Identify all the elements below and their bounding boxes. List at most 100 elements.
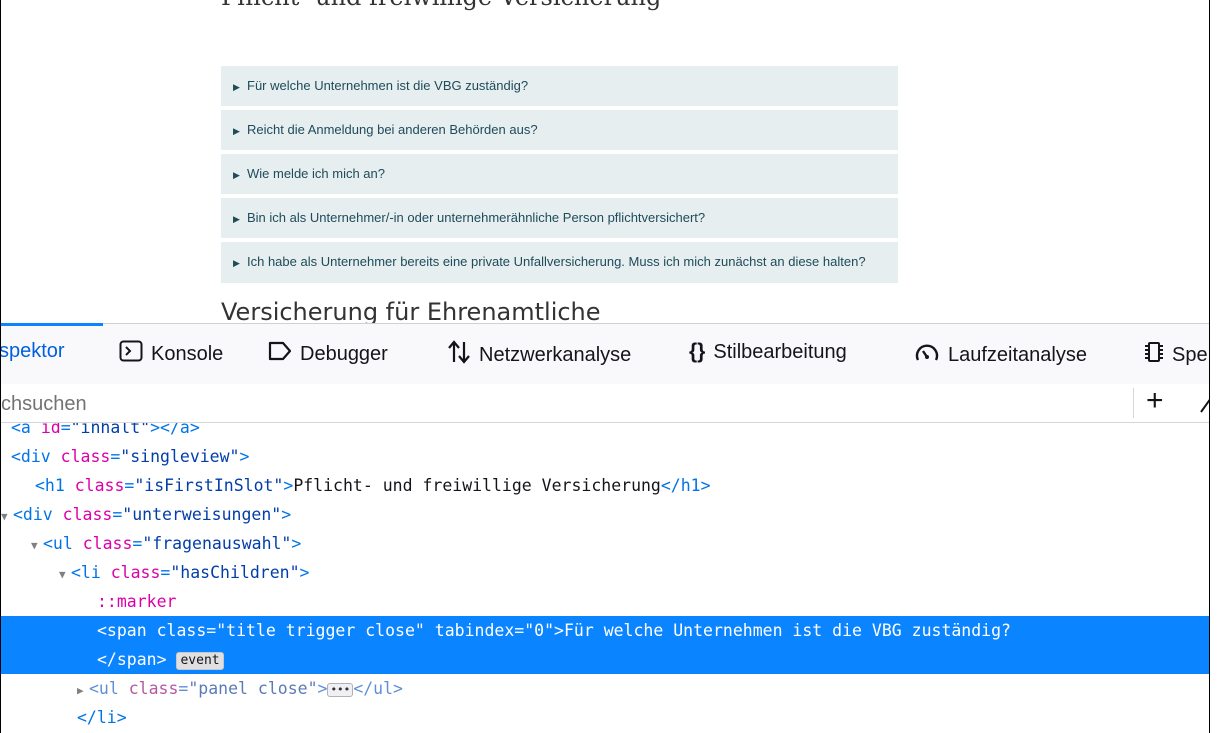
tab-label: Laufzeitanalyse: [948, 343, 1087, 366]
tab-label: Spe: [1172, 343, 1208, 366]
tag-name: <li: [71, 563, 111, 582]
expanded-twisty-icon[interactable]: ▼: [59, 560, 71, 589]
node-text: Pflicht- und freiwillige Versicherung: [293, 476, 661, 495]
tag-close: </span>: [97, 650, 167, 669]
attr-name: id: [40, 423, 61, 437]
triangle-right-icon: ▶: [233, 170, 240, 180]
markup-node-div-singleview[interactable]: <div class="singleview">: [11, 442, 1209, 471]
attr-value: "fragenauswahl": [142, 534, 292, 553]
console-icon: [119, 340, 143, 368]
tag-name: <h1: [35, 476, 75, 495]
braces-icon: {}: [689, 340, 706, 363]
tab-performance[interactable]: Laufzeitanalyse: [914, 340, 1087, 370]
memory-chip-icon: [1144, 340, 1164, 370]
gauge-icon: [914, 340, 940, 370]
tab-label: Stilbearbeitung: [713, 340, 847, 363]
network-arrows-icon: [447, 340, 471, 370]
active-tab-indicator: [1, 323, 103, 326]
tag-close: >: [291, 534, 302, 553]
page-heading: Pflicht- und freiwillige Versicherung: [221, 0, 661, 11]
tag-close: ></a>: [150, 423, 200, 437]
browser-frame: Pflicht- und freiwillige Versicherung ▶ F…: [0, 0, 1210, 733]
triangle-right-icon: ▶: [233, 126, 240, 136]
tag-name: <div: [13, 505, 63, 524]
add-node-button[interactable]: +: [1146, 384, 1164, 418]
expanded-twisty-icon[interactable]: ▼: [31, 531, 43, 560]
tag-name: <ul: [43, 534, 83, 553]
search-html-input[interactable]: [1, 392, 903, 417]
tab-debugger[interactable]: Debugger: [268, 340, 388, 368]
triangle-right-icon: ▶: [233, 214, 240, 224]
devtools-tabbar: spektor Konsole Debugger Netzwerkanalyse: [1, 323, 1209, 385]
tag-name: <ul: [89, 679, 129, 698]
markup-node-li-haschildren[interactable]: ▼ <li class="hasChildren">: [59, 558, 1209, 589]
selected-span-close: </span> event: [97, 645, 1209, 674]
page-content: Pflicht- und freiwillige Versicherung ▶ F…: [1, 0, 1209, 325]
tab-label: Konsole: [151, 342, 224, 365]
attr-value: "0": [524, 621, 555, 640]
node-text: Für welche Unternehmen ist die VBG zustä…: [563, 621, 1011, 640]
attr-name: tabindex: [434, 621, 515, 640]
collapsed-twisty-icon[interactable]: ▶: [77, 676, 89, 705]
markup-node-div-unterweisungen[interactable]: ▼ <div class="unterweisungen">: [1, 500, 1209, 531]
attr-value: "isFirstInSlot": [134, 476, 284, 495]
tab-inspector[interactable]: spektor: [1, 340, 65, 363]
attr-value: "hasChildren": [170, 563, 300, 582]
faq-item[interactable]: ▶ Reicht die Anmeldung bei anderen Behörd…: [221, 110, 898, 150]
faq-question: Bin ich als Unternehmer/-in oder unterne…: [247, 210, 706, 225]
tag-name: <a: [11, 423, 41, 437]
faq-question: Reicht die Anmeldung bei anderen Behörde…: [247, 122, 538, 137]
tag-name: <span: [97, 621, 157, 640]
faq-item[interactable]: ▶ Bin ich als Unternehmer/-in oder untern…: [221, 198, 898, 238]
selected-span-open: <span class="title trigger close" tabind…: [97, 621, 1011, 640]
attr-name: class: [110, 563, 161, 582]
toolbar-separator: [1133, 388, 1134, 418]
tab-console[interactable]: Konsole: [119, 340, 223, 368]
tab-label: Netzwerkanalyse: [479, 343, 632, 366]
tag-name: <div: [11, 447, 61, 466]
faq-list: ▶ Für welche Unternehmen ist die VBG zust…: [221, 66, 898, 287]
markup-node-a[interactable]: <a id="inhalt"></a>: [11, 423, 1209, 442]
markup-node-li-close[interactable]: </li>: [77, 703, 1209, 732]
attr-name: class: [60, 447, 111, 466]
tag-close: >: [239, 447, 250, 466]
tag-close: </li>: [77, 708, 127, 727]
faq-item[interactable]: ▶ Ich habe als Unternehmer bereits eine p…: [221, 242, 898, 283]
markup-node-ul-panel[interactable]: ▶ <ul class="panel close"> ••• </ul>: [77, 674, 1209, 705]
pseudo-element: ::marker: [97, 592, 177, 611]
faq-question: Für welche Unternehmen ist die VBG zustä…: [247, 78, 529, 93]
attr-value: "title trigger close": [216, 621, 425, 640]
expand-ellipsis-button[interactable]: •••: [327, 682, 354, 697]
faq-question: Wie melde ich mich an?: [247, 166, 385, 181]
faq-item[interactable]: ▶ Wie melde ich mich an?: [221, 154, 898, 194]
attr-value: "inhalt": [70, 423, 151, 437]
faq-item[interactable]: ▶ Für welche Unternehmen ist die VBG zust…: [221, 66, 898, 106]
tag-close: </ul>: [353, 679, 403, 698]
attr-name: class: [62, 505, 113, 524]
markup-node-ul-fragenauswahl[interactable]: ▼ <ul class="fragenauswahl">: [31, 529, 1209, 560]
tag-close: </h1>: [660, 476, 711, 495]
attr-value: "singleview": [120, 447, 240, 466]
attr-name: class: [82, 534, 133, 553]
section-heading: Versicherung für Ehrenamtliche: [221, 298, 601, 325]
expanded-twisty-icon[interactable]: ▼: [1, 502, 13, 531]
faq-question: Ich habe als Unternehmer bereits eine pr…: [247, 254, 866, 269]
attr-name: class: [128, 679, 179, 698]
tag-close: >: [281, 505, 292, 524]
debugger-icon: [268, 340, 292, 368]
markup-node-h1[interactable]: <h1 class="isFirstInSlot">Pflicht- und f…: [35, 471, 1209, 500]
attr-name: class: [74, 476, 125, 495]
event-badge[interactable]: event: [176, 651, 224, 670]
attr-value: "panel close": [188, 679, 318, 698]
tab-label: Debugger: [300, 342, 388, 365]
triangle-right-icon: ▶: [233, 82, 240, 92]
markup-node-marker[interactable]: ::marker: [97, 587, 1209, 616]
eyedropper-icon[interactable]: [1199, 390, 1209, 419]
tab-memory[interactable]: Spe: [1144, 340, 1208, 370]
triangle-right-icon: ▶: [233, 258, 240, 268]
tab-style-editor[interactable]: {} Stilbearbeitung: [689, 340, 847, 364]
attr-value: "unterweisungen": [122, 505, 282, 524]
devtools-panel: spektor Konsole Debugger Netzwerkanalyse: [1, 323, 1209, 733]
tab-network[interactable]: Netzwerkanalyse: [447, 340, 631, 370]
markup-tree: <a id="inhalt"></a> <div class="singlevi…: [1, 423, 1209, 733]
